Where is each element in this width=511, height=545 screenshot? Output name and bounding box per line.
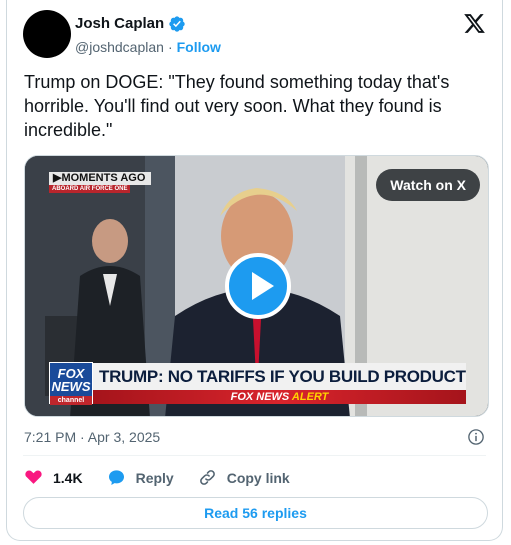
like-count: 1.4K: [53, 469, 83, 486]
author-handle[interactable]: @joshdcaplan: [75, 38, 164, 56]
verified-icon: [169, 16, 185, 32]
reply-icon: [108, 470, 124, 486]
like-button[interactable]: 1.4K: [24, 468, 83, 487]
author-handle-row: @joshdcaplan · Follow: [75, 38, 221, 56]
moments-ago-tag: ▶MOMENTS AGO: [49, 172, 152, 185]
copy-link-button[interactable]: Copy link: [198, 468, 290, 487]
fox-logo-line2: NEWS: [51, 379, 91, 394]
link-icon: [199, 470, 215, 485]
alert-word: ALERT: [291, 391, 329, 403]
fox-logo-line3: channel: [50, 396, 92, 405]
read-replies-button[interactable]: Read 56 replies: [23, 497, 488, 529]
copy-link-label: Copy link: [226, 469, 290, 486]
avatar[interactable]: [23, 10, 71, 58]
action-bar: 1.4K Reply Copy link: [24, 468, 314, 487]
x-logo-icon[interactable]: [463, 12, 486, 35]
divider: [23, 455, 486, 456]
reply-label: Reply: [135, 469, 174, 486]
play-icon[interactable]: [225, 253, 291, 319]
separator: ·: [167, 39, 173, 55]
news-chyron: TRUMP: NO TARIFFS IF YOU BUILD PRODUCTS …: [93, 363, 466, 390]
news-alert-bar: FOX NEWS ALERT: [93, 390, 466, 404]
aboard-tag: ABOARD AIR FORCE ONE: [49, 185, 131, 193]
heart-icon: [25, 470, 42, 484]
alert-brand: FOX NEWS: [230, 391, 290, 403]
video-player[interactable]: ▶MOMENTS AGO ABOARD AIR FORCE ONE Watch …: [24, 155, 489, 417]
author-name[interactable]: Josh Caplan: [75, 15, 164, 33]
reply-button[interactable]: Reply: [107, 468, 174, 487]
tweet-timestamp[interactable]: 7:21 PM · Apr 3, 2025: [24, 428, 160, 446]
follow-button[interactable]: Follow: [177, 38, 221, 56]
tweet-text: Trump on DOGE: "They found something tod…: [24, 72, 450, 140]
author-name-row: Josh Caplan: [75, 15, 186, 33]
tweet-card: Josh Caplan @joshdcaplan · Follow Trump …: [6, 0, 503, 541]
fox-news-logo: FOX NEWS channel: [49, 362, 93, 405]
watch-on-x-button[interactable]: Watch on X: [376, 169, 480, 201]
info-icon[interactable]: [467, 428, 485, 446]
